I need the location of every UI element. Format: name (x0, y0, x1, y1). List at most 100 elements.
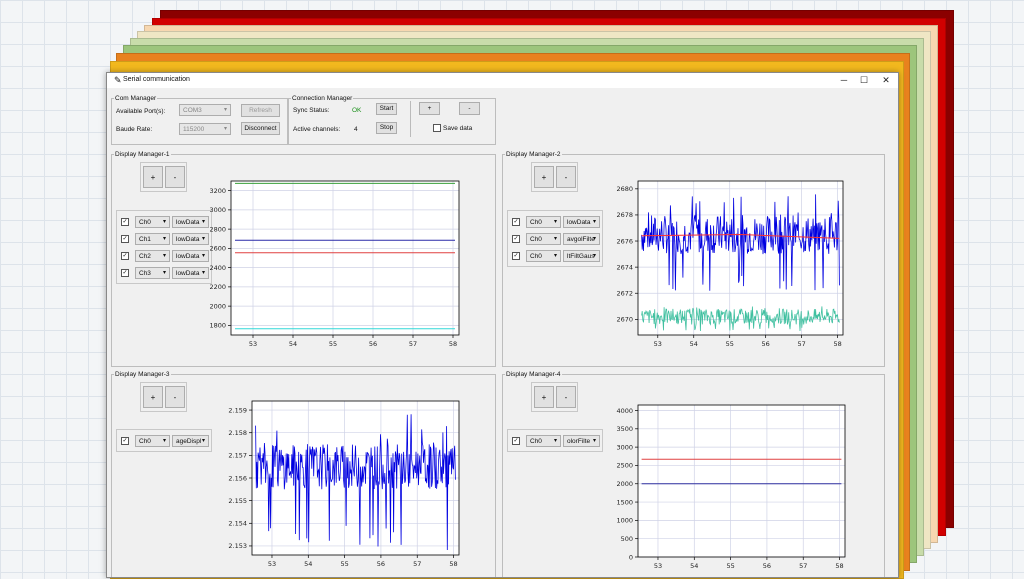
channel-enable-checkbox[interactable]: ✓ (512, 218, 520, 226)
function-select[interactable]: lowData ▾ (563, 216, 600, 228)
function-select[interactable]: avgolFilte ▾ (563, 233, 600, 245)
remove-display-button[interactable]: - (459, 102, 480, 115)
channel-list: ✓ Ch0 ▾ ageDispl ▾ (116, 429, 212, 452)
separator (410, 101, 411, 137)
channel-enable-checkbox[interactable]: ✓ (121, 218, 129, 226)
port-select[interactable]: COM3 ▾ (179, 104, 231, 116)
add-display-button[interactable]: + (419, 102, 440, 115)
y-tick-label: 500 (621, 535, 633, 543)
stop-button[interactable]: Stop (376, 122, 397, 134)
display-manager-legend: Display Manager-1 (115, 151, 170, 158)
function-select[interactable]: lowData ▾ (172, 250, 209, 262)
channel-enable-checkbox[interactable]: ✓ (121, 269, 129, 277)
sync-status-label: Sync Status: (293, 107, 330, 114)
display-manager-legend: Display Manager-4 (506, 371, 561, 378)
y-tick-label: 2674 (616, 263, 633, 271)
channel-enable-checkbox[interactable]: ✓ (512, 437, 520, 445)
channel-enable-checkbox[interactable]: ✓ (121, 252, 129, 260)
chevron-down-icon: ▾ (201, 270, 205, 276)
add-channel-button[interactable]: + (534, 166, 554, 188)
chevron-down-icon: ▾ (162, 270, 166, 276)
y-tick-label: 3000 (616, 443, 633, 451)
x-tick-label: 56 (762, 340, 770, 348)
baud-rate-select[interactable]: 115200 ▾ (179, 123, 231, 135)
y-tick-label: 2672 (616, 290, 633, 298)
channel-row: ✓ Ch0 ▾ ageDispl ▾ (117, 433, 211, 450)
chevron-down-icon: ▾ (553, 253, 557, 259)
x-tick-label: 57 (797, 340, 805, 348)
add-channel-button[interactable]: + (534, 386, 554, 408)
function-select[interactable]: ltFiltGaus ▾ (563, 250, 600, 262)
save-data-checkbox[interactable] (433, 124, 441, 132)
channel-row: ✓ Ch0 ▾ lowData ▾ (508, 214, 602, 231)
add-channel-button[interactable]: + (143, 166, 163, 188)
y-tick-label: 2200 (209, 283, 226, 291)
remove-channel-button[interactable]: - (165, 166, 185, 188)
refresh-button[interactable]: Refresh (241, 104, 280, 117)
y-tick-label: 1800 (209, 322, 226, 330)
x-tick-label: 55 (726, 562, 734, 570)
plus-minus-group: + - (140, 162, 187, 192)
chevron-down-icon: ▾ (223, 126, 227, 132)
title-bar[interactable]: ✎ Serial communication ─ ☐ ✕ (107, 73, 898, 88)
function-select[interactable]: lowData ▾ (172, 267, 209, 279)
disconnect-button[interactable]: Disconnect (241, 122, 280, 135)
x-tick-label: 54 (690, 562, 698, 570)
function-select[interactable]: lowData ▾ (172, 216, 209, 228)
channel-select[interactable]: Ch3 ▾ (135, 267, 170, 279)
y-tick-label: 2678 (616, 211, 633, 219)
x-tick-label: 57 (799, 562, 807, 570)
minimize-button[interactable]: ─ (834, 73, 854, 88)
x-tick-label: 53 (249, 340, 257, 348)
plot-1: 53 54 55 56 57 58 1800 2000 2200 2400 2600 2800 3000… (209, 180, 460, 348)
remove-channel-button[interactable]: - (165, 386, 185, 408)
remove-channel-button[interactable]: - (556, 166, 576, 188)
x-tick-label: 57 (413, 560, 421, 568)
x-tick-label: 53 (654, 562, 662, 570)
chevron-down-icon: ▾ (592, 253, 596, 259)
y-tick-label: 2800 (209, 225, 226, 233)
plot-4: 53 54 55 56 57 58 0 500 1000 1500 2000 2500 3000 3500… (616, 404, 846, 570)
start-button[interactable]: Start (376, 103, 397, 115)
chevron-down-icon: ▾ (162, 236, 166, 242)
display-manager-legend: Display Manager-3 (115, 371, 170, 378)
remove-channel-button[interactable]: - (556, 386, 576, 408)
channel-select[interactable]: Ch0 ▾ (526, 435, 561, 447)
close-button[interactable]: ✕ (876, 73, 896, 88)
plot-3: 53 54 55 56 57 58 2.153 2.154 2.155 2.156 2.157 2.1… (228, 400, 460, 568)
channel-list: ✓ Ch0 ▾ lowData ▾ ✓ Ch1 ▾ lowData ▾ ✓ Ch2 ▾ low… (116, 210, 212, 284)
channel-select[interactable]: Ch0 ▾ (526, 216, 561, 228)
channel-select[interactable]: Ch0 ▾ (526, 250, 561, 262)
add-channel-button[interactable]: + (143, 386, 163, 408)
x-tick-label: 56 (763, 562, 771, 570)
serial-communication-window: ✎ Serial communication ─ ☐ ✕ Com Manager… (106, 72, 899, 578)
channel-select[interactable]: Ch0 ▾ (526, 233, 561, 245)
function-select[interactable]: ageDispl ▾ (172, 435, 209, 447)
y-tick-label: 2400 (209, 264, 226, 272)
channel-enable-checkbox[interactable]: ✓ (512, 252, 520, 260)
y-tick-label: 2.158 (228, 429, 247, 437)
channel-select[interactable]: Ch0 ▾ (135, 435, 170, 447)
channel-row: ✓ Ch2 ▾ lowData ▾ (117, 248, 211, 265)
channel-select[interactable]: Ch2 ▾ (135, 250, 170, 262)
channel-enable-checkbox[interactable]: ✓ (121, 437, 129, 445)
y-tick-label: 0 (629, 553, 633, 561)
y-tick-label: 2670 (616, 316, 633, 324)
y-tick-label: 2.157 (228, 452, 247, 460)
window-title: Serial communication (123, 76, 190, 83)
channel-enable-checkbox[interactable]: ✓ (121, 235, 129, 243)
maximize-button[interactable]: ☐ (854, 73, 874, 88)
channel-enable-checkbox[interactable]: ✓ (512, 235, 520, 243)
available-ports-label: Available Port(s): (116, 108, 166, 115)
y-tick-label: 2.153 (228, 542, 247, 550)
chevron-down-icon: ▾ (592, 438, 596, 444)
y-tick-label: 2.156 (228, 474, 247, 482)
function-select[interactable]: lowData ▾ (172, 233, 209, 245)
plus-minus-group: + - (531, 382, 578, 412)
x-tick-label: 58 (833, 340, 841, 348)
y-tick-label: 2676 (616, 237, 633, 245)
x-tick-label: 55 (329, 340, 337, 348)
function-select[interactable]: olorFilte ▾ (563, 435, 600, 447)
channel-select[interactable]: Ch1 ▾ (135, 233, 170, 245)
channel-select[interactable]: Ch0 ▾ (135, 216, 170, 228)
